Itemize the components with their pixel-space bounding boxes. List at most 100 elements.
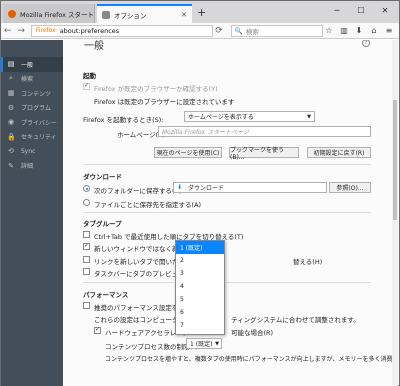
general-icon: ▤ xyxy=(7,60,15,69)
dropdown-option[interactable]: 1 (既定) xyxy=(176,241,224,254)
privacy-mask-icon: ◉ xyxy=(7,118,15,127)
performance-heading: パフォーマンス xyxy=(83,291,129,299)
home-page-placeholder: Mozilla Firefox スタートページ xyxy=(162,129,249,136)
link-tab-checkbox[interactable] xyxy=(83,256,90,263)
search-bar[interactable]: 🔍 検索 xyxy=(230,24,323,37)
on-start-value: ホームページを表示する xyxy=(188,114,254,121)
gear-icon xyxy=(102,10,110,19)
scrollbar-thumb[interactable] xyxy=(393,100,397,220)
window-controls: ─ ☐ ✕ xyxy=(325,3,397,17)
tab-firefox-start[interactable]: Mozilla Firefox スタートページ ✕ xyxy=(3,4,95,23)
close-tab-icon[interactable]: ✕ xyxy=(181,11,187,19)
sidebar-item-label: 検索 xyxy=(21,76,34,84)
help-icon[interactable]: ? xyxy=(362,40,370,47)
tab-title: オプション xyxy=(114,11,147,20)
sidebar-item-label: セキュリティ xyxy=(21,134,57,142)
dropdown-option[interactable]: 4 xyxy=(176,280,224,293)
maximize-button[interactable]: ☐ xyxy=(349,3,373,17)
taskbar-preview-checkbox[interactable] xyxy=(83,268,90,275)
button-label: ブックマークを使う(B)... xyxy=(230,146,285,161)
button-label: 参照(O)... xyxy=(336,185,364,192)
tab-strip: Mozilla Firefox スタートページ ✕ オプション ✕ + ─ ☐ … xyxy=(1,1,399,23)
sidebar-item-label: コンテンツ xyxy=(21,90,52,98)
default-browser-label: Firefox が既定のブラウザーか確認する(Y) xyxy=(94,85,218,93)
home-icon[interactable]: ⌂ xyxy=(368,26,380,35)
back-button[interactable]: ← xyxy=(1,26,14,36)
browse-button[interactable]: 参照(O)... xyxy=(329,182,371,193)
sidebar-item-label: 詳細 xyxy=(21,163,34,171)
download-icon[interactable]: ⬇ xyxy=(353,26,365,35)
divider xyxy=(83,164,371,165)
process-limit-value: 1 (既定) xyxy=(190,341,213,348)
dropdown-option[interactable]: 6 xyxy=(176,306,224,319)
dropdown-option[interactable]: 3 xyxy=(176,267,224,280)
url-bar[interactable]: Firefox about:preferences xyxy=(30,24,214,37)
switch-label-tail: 替える(H) xyxy=(293,258,323,266)
sidebar-item-applications[interactable]: ⚙ プログラム xyxy=(1,101,63,116)
sidebar-item-advanced[interactable]: ✎ 詳細 xyxy=(1,159,63,174)
url-text: about:preferences xyxy=(59,26,120,35)
sidebar-item-label: プログラム xyxy=(21,105,51,113)
identity-label: Firefox xyxy=(35,27,56,34)
sidebar-item-label: Sync xyxy=(21,147,36,155)
save-to-folder-radio[interactable] xyxy=(83,185,90,192)
chevron-down-icon: ▼ xyxy=(307,113,311,120)
minimize-button[interactable]: ─ xyxy=(325,3,349,17)
process-limit-select[interactable]: 1 (既定) ▼ xyxy=(186,338,222,349)
new-window-checkbox[interactable] xyxy=(83,242,90,250)
download-folder-field[interactable]: ⬇ ダウンロード xyxy=(173,182,327,193)
sidebar-item-content[interactable]: ▦ コンテンツ xyxy=(1,86,63,101)
nav-toolbar: ← → Firefox about:preferences ⟳ 🔍 検索 ☆ ▥… xyxy=(1,23,399,39)
chevron-down-icon: ▼ xyxy=(215,340,219,347)
sidebar-item-general[interactable]: ▤ 一般 xyxy=(1,57,63,72)
sidebar-item-security[interactable]: 🔒 セキュリティ xyxy=(1,130,63,145)
new-tab-button[interactable]: + xyxy=(197,6,206,19)
default-status-text: Firefox は既定のブラウザーに設定されています xyxy=(94,98,235,106)
download-arrow-icon: ⬇ xyxy=(177,184,183,191)
sidebar-item-label: 一般 xyxy=(21,61,34,69)
toolbar-icons: ☆ ▥ ⬇ ⌂ ≡ xyxy=(323,26,399,35)
tab-options[interactable]: オプション ✕ xyxy=(97,4,192,23)
dropdown-option[interactable]: 5 xyxy=(176,293,224,306)
content-icon: ▦ xyxy=(7,89,15,98)
page-title: 一般 xyxy=(84,41,104,52)
close-window-button[interactable]: ✕ xyxy=(373,3,397,17)
restore-default-button[interactable]: 初期設定に戻す(R) xyxy=(307,147,371,158)
firefox-icon xyxy=(8,9,16,18)
menu-icon[interactable]: ≡ xyxy=(383,26,395,35)
divider xyxy=(83,212,371,213)
process-limit-dropdown[interactable]: 1 (既定) 2 3 4 5 6 7 xyxy=(175,240,225,335)
on-start-select[interactable]: ホームページを表示する ▼ xyxy=(184,111,315,122)
star-icon[interactable]: ☆ xyxy=(323,26,335,35)
library-icon[interactable]: ▥ xyxy=(338,26,350,35)
perf-description-tail: ティングシステムに合わせて調整されます。 xyxy=(231,316,360,324)
recommended-perf-checkbox[interactable] xyxy=(83,302,90,309)
reload-button[interactable]: ⟳ xyxy=(213,26,225,36)
search-placeholder: 検索 xyxy=(245,27,259,36)
tabs-heading: タブグループ xyxy=(83,220,122,228)
use-current-page-button[interactable]: 現在のページを使用(C) xyxy=(154,147,222,158)
use-bookmark-button[interactable]: ブックマークを使う(B)... xyxy=(229,146,299,161)
sidebar-item-search[interactable]: ⌕ 検索 xyxy=(1,72,63,87)
process-footnote: コンテンツプロセスを増やすと、複数タブの使用時にパフォーマンスが向上しますが、メ… xyxy=(105,356,393,363)
downloads-heading: ダウンロード xyxy=(83,173,122,181)
home-page-input[interactable]: Mozilla Firefox スタートページ xyxy=(158,126,371,137)
scrollbar[interactable] xyxy=(392,40,398,386)
ctrl-tab-checkbox[interactable] xyxy=(83,231,90,238)
sidebar-item-sync[interactable]: ⟲ Sync xyxy=(1,144,63,159)
ask-location-label: ファイルごとに保存先を指定する(A) xyxy=(94,201,202,209)
sidebar-item-privacy[interactable]: ◉ プライバシー xyxy=(1,115,63,130)
save-to-folder-label: 次のフォルダーに保存する(V) xyxy=(94,187,182,195)
on-start-label: Firefox を起動するとき(S): xyxy=(83,116,164,124)
default-browser-checkbox[interactable] xyxy=(83,82,90,90)
search-icon: 🔍 xyxy=(234,26,243,35)
dropdown-option[interactable]: 7 xyxy=(176,319,224,332)
hw-accel-label-tail: 可能な場合(R) xyxy=(231,329,274,337)
sidebar-item-label: プライバシー xyxy=(21,119,57,127)
ask-location-radio[interactable] xyxy=(83,199,90,206)
dropdown-option[interactable]: 2 xyxy=(176,254,224,267)
button-label: 初期設定に戻す(R) xyxy=(313,150,365,157)
forward-button[interactable]: → xyxy=(14,26,27,36)
hw-accel-checkbox[interactable] xyxy=(94,326,101,334)
startup-heading: 起動 xyxy=(83,72,96,80)
